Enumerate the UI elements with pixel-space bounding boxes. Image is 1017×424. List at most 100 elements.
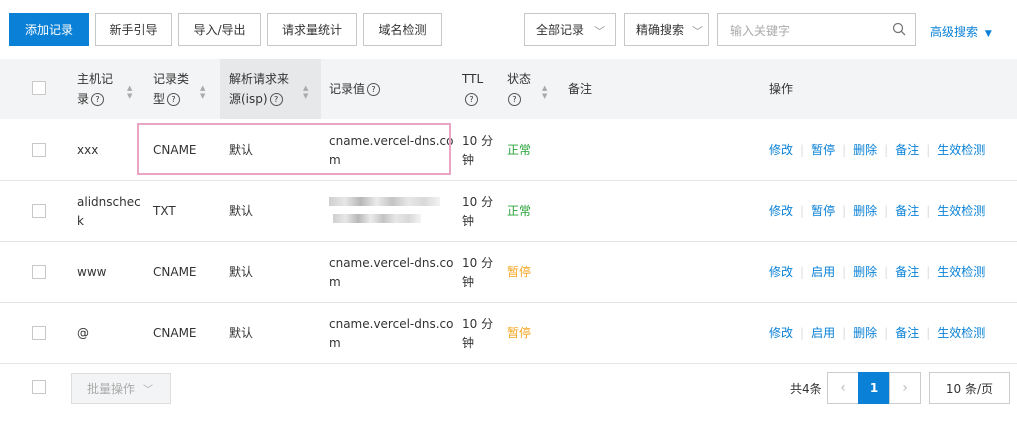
advanced-search-label: 高级搜索 [930, 25, 979, 39]
header-ttl-label: TTL [462, 72, 484, 86]
host-cell: @ [77, 324, 89, 343]
action-link[interactable]: 删除 [853, 143, 877, 157]
action-link[interactable]: 删除 [853, 204, 877, 218]
action-separator: | [800, 265, 805, 279]
actions-cell: 修改 | 启用 | 删除 | 备注 | 生效检测 [769, 324, 985, 341]
redacted-value [329, 197, 440, 206]
action-link[interactable]: 生效检测 [937, 326, 985, 340]
actions-cell: 修改 | 暂停 | 删除 | 备注 | 生效检测 [769, 141, 985, 158]
action-link[interactable]: 暂停 [811, 143, 835, 157]
search-mode-value: 精确搜索 [636, 23, 685, 37]
status-cell: 暂停 [507, 326, 532, 340]
header-type-line2: 型 [153, 92, 166, 106]
action-link[interactable]: 备注 [895, 143, 919, 157]
action-link[interactable]: 暂停 [811, 204, 835, 218]
select-all-checkbox[interactable] [32, 81, 46, 95]
action-link[interactable]: 备注 [895, 326, 919, 340]
action-separator: | [842, 204, 847, 218]
action-link[interactable]: 启用 [811, 326, 835, 340]
host-cell: www [77, 263, 106, 282]
row-checkbox[interactable] [32, 204, 46, 218]
search-mode-select[interactable]: 精确搜索 ﹀ [624, 13, 709, 46]
action-separator: | [842, 326, 847, 340]
ttl-cell: 10 分 钟 [462, 193, 493, 231]
header-remark: 备注 [568, 82, 593, 96]
record-filter-select[interactable]: 全部记录 ﹀ [524, 13, 616, 46]
action-link[interactable]: 修改 [769, 265, 793, 279]
help-icon[interactable]: ? [91, 93, 105, 106]
help-icon[interactable]: ? [465, 93, 478, 106]
bulk-action-label: 批量操作 [87, 382, 136, 396]
bulk-action-button[interactable]: 批量操作 ﹀ [71, 373, 171, 404]
action-link[interactable]: 生效检测 [937, 265, 985, 279]
host-value: alidnschec [77, 195, 141, 209]
action-link[interactable]: 删除 [853, 326, 877, 340]
action-link[interactable]: 修改 [769, 143, 793, 157]
value-text: cname.vercel-dns.co [329, 317, 454, 331]
action-separator: | [884, 265, 889, 279]
action-link[interactable]: 删除 [853, 265, 877, 279]
advanced-search-link[interactable]: 高级搜索 ▼ [930, 23, 992, 40]
page-size-select[interactable]: 10 条/页 [929, 372, 1010, 404]
host-cell: alidnschec k [77, 193, 141, 231]
add-record-button[interactable]: 添加记录 [9, 13, 89, 46]
row-checkbox[interactable] [32, 265, 46, 279]
table-row: alidnschec k TXT 默认 10 分 钟 正常 修改 | 暂停 | 删除 | 备… [0, 181, 1017, 242]
sort-status-icon[interactable]: ▲ ▼ [542, 84, 547, 100]
host-cell: xxx [77, 141, 98, 160]
status-cell: 正常 [507, 143, 532, 157]
guide-button[interactable]: 新手引导 [95, 13, 172, 46]
search-icon[interactable] [892, 22, 906, 36]
header-host-line2: 录 [77, 92, 90, 106]
action-separator: | [800, 326, 805, 340]
action-link[interactable]: 修改 [769, 204, 793, 218]
chevron-down-icon: ﹀ [692, 25, 703, 38]
ttl-value: 10 分 [462, 195, 494, 209]
action-link[interactable]: 修改 [769, 326, 793, 340]
host-value-wrap: k [77, 214, 84, 228]
page-1-button[interactable]: 1 [858, 372, 890, 404]
host-value: www [77, 265, 107, 279]
action-link[interactable]: 生效检测 [937, 204, 985, 218]
action-link[interactable]: 备注 [895, 265, 919, 279]
search-input[interactable] [728, 21, 882, 41]
action-separator: | [926, 204, 931, 218]
value-text-wrap: m [329, 275, 341, 289]
sort-host-icon[interactable]: ▲ ▼ [127, 84, 132, 100]
action-link[interactable]: 生效检测 [937, 143, 985, 157]
ttl-cell: 10 分 钟 [462, 132, 493, 170]
help-icon[interactable]: ? [508, 93, 521, 106]
ttl-unit: 钟 [462, 336, 475, 350]
isp-cell: 默认 [229, 265, 254, 279]
stats-button[interactable]: 请求量统计 [267, 13, 357, 46]
domain-check-button[interactable]: 域名检测 [363, 13, 442, 46]
help-icon[interactable]: ? [367, 83, 381, 96]
action-link[interactable]: 备注 [895, 204, 919, 218]
row-checkbox[interactable] [32, 143, 46, 157]
help-icon[interactable]: ? [269, 93, 283, 106]
search-box [717, 13, 916, 46]
next-page-button[interactable]: › [889, 372, 921, 404]
footer-select-all-checkbox[interactable] [32, 380, 46, 394]
header-type: 记录类 型? [153, 69, 189, 109]
isp-cell: 默认 [229, 204, 254, 218]
status-cell: 正常 [507, 204, 532, 218]
sort-isp-icon[interactable]: ▲ ▼ [303, 84, 308, 100]
ttl-value: 10 分 [462, 317, 494, 331]
ttl-unit: 钟 [462, 275, 475, 289]
ttl-value: 10 分 [462, 256, 494, 270]
action-separator: | [884, 326, 889, 340]
action-separator: | [842, 265, 847, 279]
ttl-cell: 10 分 钟 [462, 254, 493, 292]
prev-page-button[interactable]: ‹ [827, 372, 859, 404]
ttl-unit: 钟 [462, 214, 475, 228]
value-cell: cname.vercel-dns.co m [329, 315, 453, 353]
header-type-line1: 记录类 [153, 72, 190, 86]
row-checkbox[interactable] [32, 326, 46, 340]
action-link[interactable]: 启用 [811, 265, 835, 279]
type-cell: TXT [153, 204, 176, 218]
action-separator: | [884, 143, 889, 157]
import-export-button[interactable]: 导入/导出 [178, 13, 261, 46]
sort-type-icon[interactable]: ▲ ▼ [200, 84, 205, 100]
help-icon[interactable]: ? [167, 93, 181, 106]
